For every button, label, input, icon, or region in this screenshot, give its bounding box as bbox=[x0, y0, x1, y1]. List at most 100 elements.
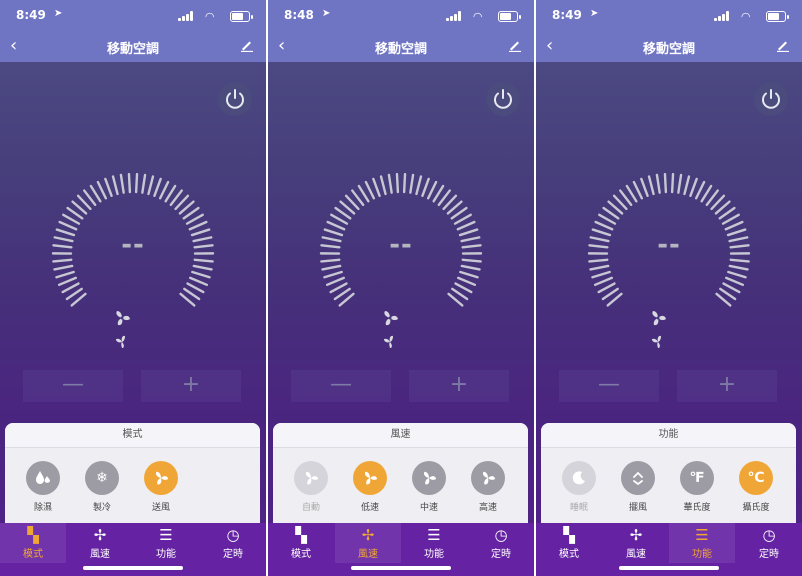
dial-tick bbox=[55, 270, 75, 279]
option-label: 擺風 bbox=[628, 503, 647, 513]
dial-tick bbox=[372, 177, 381, 198]
mode-cool-option[interactable]: ❄ 製冷 bbox=[80, 461, 124, 513]
edit-pencil-icon[interactable] bbox=[508, 38, 522, 52]
dial-tick bbox=[457, 276, 477, 287]
power-button[interactable] bbox=[486, 82, 520, 116]
location-arrow-icon: ➤ bbox=[590, 8, 599, 19]
fahrenheit-icon: ℉ bbox=[680, 461, 714, 495]
mode-dehumidify-option[interactable]: 除濕 bbox=[21, 461, 65, 513]
speed-medium-option[interactable]: 中速 bbox=[407, 461, 451, 513]
dial-tick bbox=[185, 213, 204, 225]
dial-tick bbox=[460, 264, 481, 271]
dial-tick bbox=[164, 184, 177, 203]
home-indicator bbox=[351, 566, 451, 570]
tab-timer[interactable]: ◷ 定時 bbox=[736, 523, 802, 563]
dial-tick bbox=[402, 172, 407, 194]
dial-tick bbox=[141, 173, 147, 194]
function-fahrenheit-option[interactable]: ℉ 華氏度 bbox=[675, 461, 719, 513]
temp-increase-button[interactable]: + bbox=[677, 370, 777, 402]
mode-fan-option[interactable]: 送風 bbox=[139, 461, 183, 513]
tab-fan-speed[interactable]: ✢ 風速 bbox=[603, 523, 669, 563]
dial-tick bbox=[415, 175, 423, 196]
dial-tick bbox=[330, 213, 349, 225]
dial-tick bbox=[598, 213, 617, 225]
tab-function[interactable]: ☰ 功能 bbox=[401, 523, 467, 563]
speed-low-option[interactable]: 低速 bbox=[348, 461, 392, 513]
dial-tick bbox=[683, 175, 691, 196]
temperature-readout: -- bbox=[121, 230, 145, 260]
tab-function[interactable]: ☰ 功能 bbox=[669, 523, 735, 563]
tab-timer[interactable]: ◷ 定時 bbox=[468, 523, 534, 563]
option-label: 低速 bbox=[360, 503, 379, 513]
dial-tick bbox=[594, 220, 614, 231]
fan-icon bbox=[353, 461, 387, 495]
function-swing-option[interactable]: 擺風 bbox=[616, 461, 660, 513]
location-arrow-icon: ➤ bbox=[322, 8, 331, 19]
tab-label: 風速 bbox=[358, 549, 378, 560]
dial-tick bbox=[593, 276, 613, 287]
dial-tick bbox=[689, 177, 698, 198]
power-button[interactable] bbox=[218, 82, 252, 116]
menu-lines-icon: ☰ bbox=[159, 526, 173, 544]
tab-label: 模式 bbox=[23, 549, 43, 560]
tab-function[interactable]: ☰ 功能 bbox=[133, 523, 199, 563]
dial-tick bbox=[647, 175, 655, 196]
status-time: 8:49 bbox=[16, 8, 46, 22]
page-title: 移動空調 bbox=[374, 42, 427, 57]
dial-tick bbox=[325, 276, 345, 287]
temp-decrease-button[interactable]: — bbox=[291, 370, 391, 402]
phone-screen-fan-speed: 8:48 ➤ ◠ ‹ 移動空調 -- — + 風速 自動 低速 中速 高速 ▚ … bbox=[268, 0, 534, 576]
temp-increase-button[interactable]: + bbox=[409, 370, 509, 402]
tab-label: 功能 bbox=[156, 549, 176, 560]
tab-mode[interactable]: ▚ 模式 bbox=[0, 523, 66, 563]
dial-tick bbox=[153, 177, 162, 198]
dial-tick bbox=[111, 175, 119, 196]
speed-auto-option[interactable]: 自動 bbox=[289, 461, 333, 513]
tab-timer[interactable]: ◷ 定時 bbox=[200, 523, 266, 563]
dial-tick bbox=[725, 276, 745, 287]
dial-tick bbox=[597, 282, 616, 294]
dial-tick bbox=[191, 270, 211, 279]
option-label: 送風 bbox=[151, 503, 170, 513]
function-panel: 功能 睡眠 擺風 ℉ 華氏度 ℃ 攝氏度 bbox=[541, 423, 796, 523]
dial-tick bbox=[421, 177, 430, 198]
dial-tick bbox=[591, 270, 611, 279]
tab-mode[interactable]: ▚ 模式 bbox=[536, 523, 602, 563]
dial-tick bbox=[453, 213, 472, 225]
temp-decrease-button[interactable]: — bbox=[559, 370, 659, 402]
function-celsius-option[interactable]: ℃ 攝氏度 bbox=[734, 461, 778, 513]
dial-tick bbox=[61, 282, 80, 294]
cellular-signal-icon bbox=[714, 11, 730, 21]
edit-pencil-icon[interactable] bbox=[240, 38, 254, 52]
wifi-icon: ◠ bbox=[205, 10, 214, 23]
dial-tick bbox=[134, 172, 139, 194]
fan-auto-icon bbox=[294, 461, 328, 495]
clock-icon: ◷ bbox=[762, 526, 776, 544]
dial-tick bbox=[721, 213, 740, 225]
temp-decrease-button[interactable]: — bbox=[23, 370, 123, 402]
status-bar: 8:49 ➤ ◠ bbox=[552, 8, 789, 24]
dial-tick bbox=[432, 184, 445, 203]
dial-tick bbox=[57, 276, 77, 287]
tab-fan-speed[interactable]: ✢ 風速 bbox=[335, 523, 401, 563]
tab-label: 模式 bbox=[559, 549, 579, 560]
tab-mode[interactable]: ▚ 模式 bbox=[268, 523, 334, 563]
cellular-signal-icon bbox=[446, 11, 462, 21]
power-button[interactable] bbox=[754, 82, 788, 116]
tab-fan-speed[interactable]: ✢ 風速 bbox=[67, 523, 133, 563]
fan-icon bbox=[380, 308, 400, 328]
dial-tick bbox=[727, 270, 747, 279]
clock-icon: ◷ bbox=[226, 526, 240, 544]
power-icon bbox=[762, 89, 780, 109]
function-sleep-option[interactable]: 睡眠 bbox=[557, 461, 601, 513]
status-bar: 8:48 ➤ ◠ bbox=[284, 8, 521, 24]
dial-tick bbox=[728, 264, 749, 271]
dial-tick bbox=[119, 173, 125, 194]
fan-speed-indicator bbox=[112, 308, 156, 348]
mode-panel: 模式 除濕 ❄ 製冷 送風 bbox=[5, 423, 260, 523]
speed-high-option[interactable]: 高速 bbox=[466, 461, 510, 513]
temp-increase-button[interactable]: + bbox=[141, 370, 241, 402]
dial-tick bbox=[588, 258, 609, 263]
edit-pencil-icon[interactable] bbox=[776, 38, 790, 52]
home-indicator bbox=[619, 566, 719, 570]
